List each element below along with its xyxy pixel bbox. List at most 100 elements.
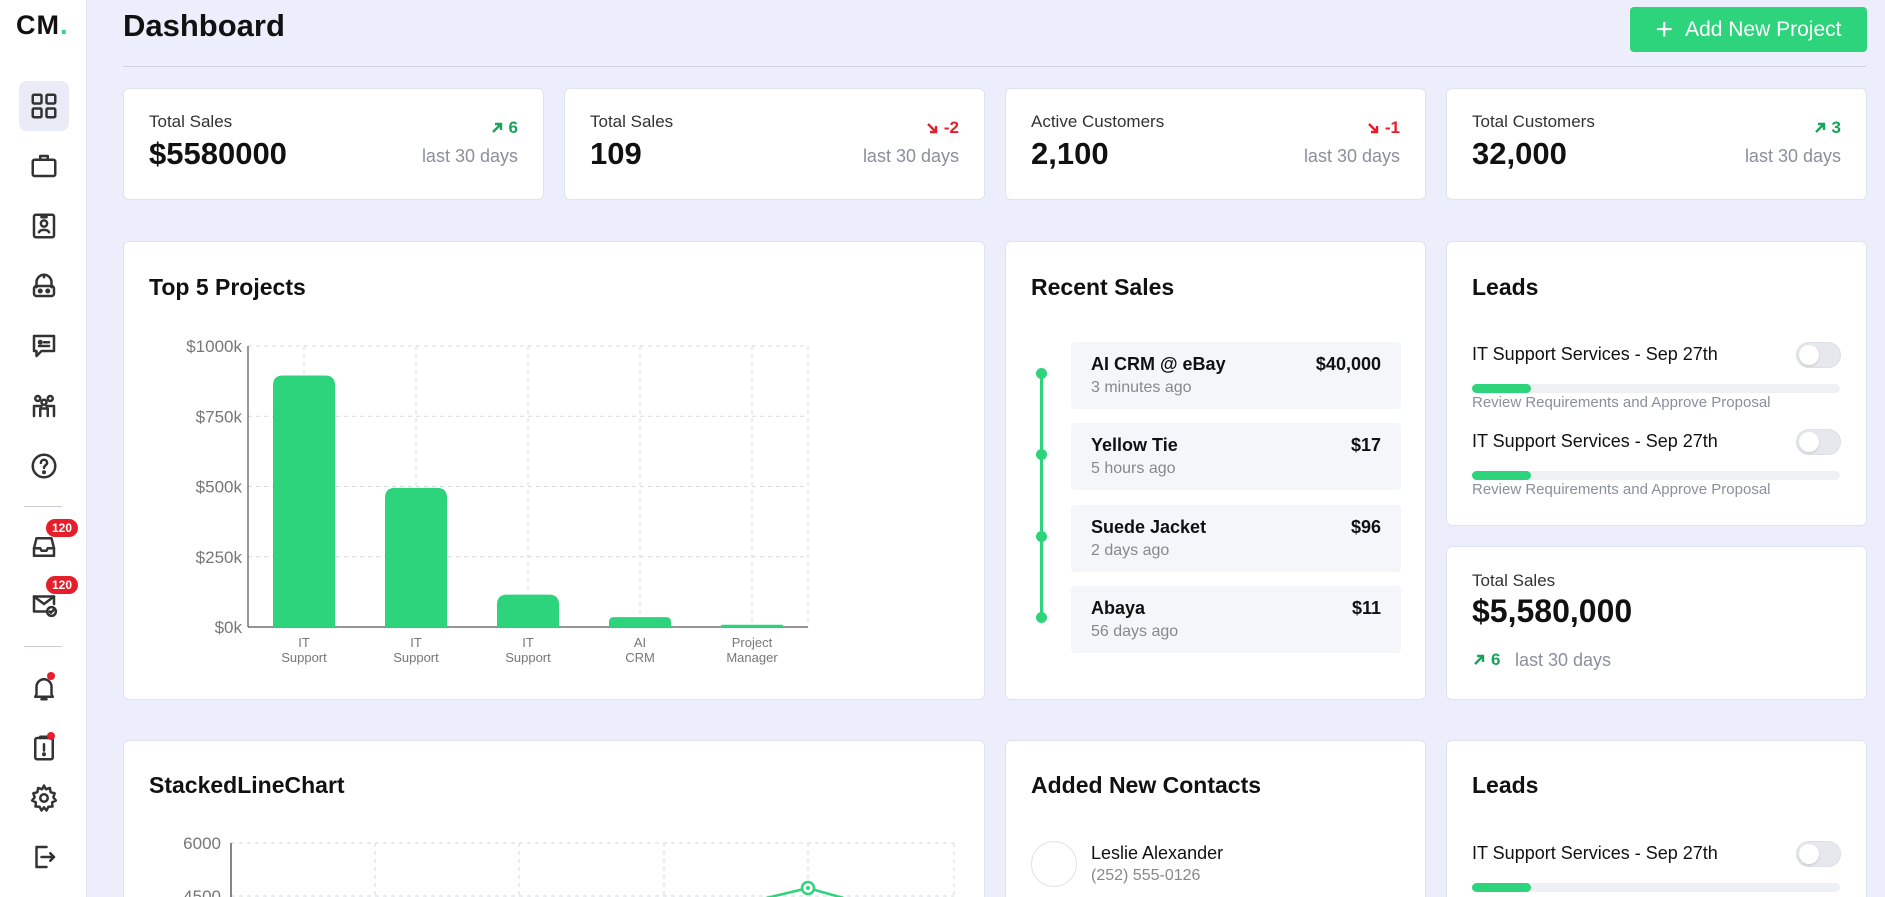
x-tick-label: CRM xyxy=(625,650,655,665)
sale-amount: $96 xyxy=(1350,517,1381,537)
sale-time: 5 hours ago xyxy=(1091,460,1176,477)
stat-change: -1 xyxy=(1366,118,1400,138)
lead-toggle[interactable] xyxy=(1796,342,1841,368)
bar xyxy=(721,624,783,627)
nav-help[interactable] xyxy=(19,441,69,491)
nav-ai-assistant[interactable] xyxy=(19,261,69,311)
nav-logout[interactable] xyxy=(19,832,69,882)
y-tick-label: $0k xyxy=(215,618,243,637)
x-tick-label: Manager xyxy=(726,650,778,665)
lead-progress-fill xyxy=(1472,471,1531,480)
total-sales-card: Total Sales $5,580,000 6 last 30 days xyxy=(1446,546,1867,700)
stat-period: last 30 days xyxy=(1744,146,1841,166)
lead-toggle[interactable] xyxy=(1796,841,1841,867)
nav-settings[interactable] xyxy=(19,773,69,823)
bar xyxy=(497,594,559,627)
stat-card: Total Sales 109 -2 last 30 days xyxy=(564,88,985,200)
gear-icon xyxy=(30,784,58,812)
stat-period: last 30 days xyxy=(421,146,518,166)
total-sales-period: last 30 days xyxy=(1515,650,1612,670)
timeline-dot xyxy=(1036,612,1047,623)
add-new-project-button[interactable]: + Add New Project xyxy=(1630,7,1867,52)
robot-icon xyxy=(32,273,56,298)
stat-label: Total Customers xyxy=(1472,112,1595,131)
lead-subtitle: Review Requirements and Approve Proposal xyxy=(1472,481,1771,498)
stacked-line-chart: 6000 4500 xyxy=(183,834,955,897)
x-tick-label: IT xyxy=(410,635,422,650)
x-tick-label: Support xyxy=(393,650,439,665)
team-icon xyxy=(32,394,56,418)
logout-icon xyxy=(35,845,56,869)
nav-notifications[interactable] xyxy=(19,663,69,713)
total-sales-change: 6 xyxy=(1472,650,1500,670)
lead-subtitle: Review Requirements and Approve Proposal xyxy=(1472,394,1771,411)
lead-title: IT Support Services - Sep 27th xyxy=(1472,843,1718,863)
sale-name: Suede Jacket xyxy=(1091,517,1207,537)
contact-name[interactable]: Leslie Alexander xyxy=(1091,843,1223,864)
x-tick-label: Support xyxy=(281,650,327,665)
sale-name: AI CRM @ eBay xyxy=(1091,354,1226,374)
app-logo[interactable]: CM. xyxy=(16,10,69,41)
stat-period: last 30 days xyxy=(862,146,959,166)
header-divider xyxy=(123,66,1866,67)
sale-time: 2 days ago xyxy=(1091,542,1170,559)
stat-change: -2 xyxy=(925,118,959,138)
card-title: Added New Contacts xyxy=(1031,772,1262,798)
timeline-dot xyxy=(1036,449,1047,460)
sale-item[interactable]: AI CRM @ eBay 3 minutes ago $40,000 xyxy=(1071,342,1401,409)
stacked-line-card: StackedLineChart 6000 4500 xyxy=(123,740,985,897)
sidebar-divider xyxy=(24,646,62,647)
y-tick-label: $250k xyxy=(196,548,243,567)
task-dot xyxy=(47,732,55,740)
lead-title: IT Support Services - Sep 27th xyxy=(1472,431,1718,451)
grid-icon xyxy=(31,93,57,119)
nav-mail[interactable]: 120 xyxy=(19,576,78,629)
lead-progress xyxy=(1472,471,1840,480)
card-title: Leads xyxy=(1472,772,1539,798)
sale-amount: $17 xyxy=(1350,435,1381,455)
timeline-dot xyxy=(1036,368,1047,379)
lead-title: IT Support Services - Sep 27th xyxy=(1472,344,1718,364)
nav-inbox[interactable]: 120 xyxy=(19,519,78,572)
stat-card: Total Customers 32,000 3 last 30 days xyxy=(1446,88,1867,200)
nav-messages[interactable] xyxy=(19,321,69,371)
notification-dot xyxy=(47,672,55,680)
nav-tasks[interactable] xyxy=(19,723,69,773)
sidebar: CM. 120 120 xyxy=(0,0,87,897)
sale-name: Yellow Tie xyxy=(1091,435,1178,455)
lead-toggle[interactable] xyxy=(1796,429,1841,455)
sale-name: Abaya xyxy=(1091,598,1146,618)
help-icon xyxy=(31,453,57,479)
sale-item[interactable]: Abaya 56 days ago $11 xyxy=(1071,586,1401,653)
card-title: Leads xyxy=(1472,274,1539,300)
mail-badge: 120 xyxy=(45,576,78,594)
nav-team[interactable] xyxy=(19,381,69,431)
nav-contacts[interactable] xyxy=(19,201,69,251)
total-sales-label: Total Sales xyxy=(1472,571,1556,590)
avatar[interactable] xyxy=(1031,841,1077,887)
total-sales-value: $5,580,000 xyxy=(1472,593,1633,629)
nav-dashboard[interactable] xyxy=(19,81,69,131)
y-tick-label: $1000k xyxy=(186,337,242,356)
y-tick-label: 6000 xyxy=(183,834,221,853)
top-projects-chart: $0k$250k$500k$750k$1000kITSupportITSuppo… xyxy=(186,337,809,665)
contacts-card: Added New Contacts Leslie Alexander (252… xyxy=(1005,740,1426,897)
leads-card: Leads IT Support Services - Sep 27th Rev… xyxy=(1446,241,1867,526)
nav-projects[interactable] xyxy=(19,141,69,191)
contact-phone: (252) 555-0126 xyxy=(1091,867,1201,884)
recent-sales-card: Recent Sales AI CRM @ eBay 3 minutes ago… xyxy=(1005,241,1426,700)
lead-progress xyxy=(1472,384,1840,393)
x-tick-label: AI xyxy=(634,635,646,650)
x-tick-label: Support xyxy=(505,650,551,665)
sidebar-divider xyxy=(24,506,62,507)
sale-item[interactable]: Yellow Tie 5 hours ago $17 xyxy=(1071,423,1401,490)
stat-value: 109 xyxy=(590,136,642,171)
briefcase-icon xyxy=(31,154,57,178)
stat-card: Active Customers 2,100 -1 last 30 days xyxy=(1005,88,1426,200)
stat-value: 2,100 xyxy=(1031,136,1109,171)
stat-change: 6 xyxy=(490,118,518,138)
sale-item[interactable]: Suede Jacket 2 days ago $96 xyxy=(1071,505,1401,572)
arrow-down-right-icon xyxy=(1368,123,1379,134)
arrow-up-right-icon xyxy=(491,122,502,133)
page-title: Dashboard xyxy=(123,8,285,43)
